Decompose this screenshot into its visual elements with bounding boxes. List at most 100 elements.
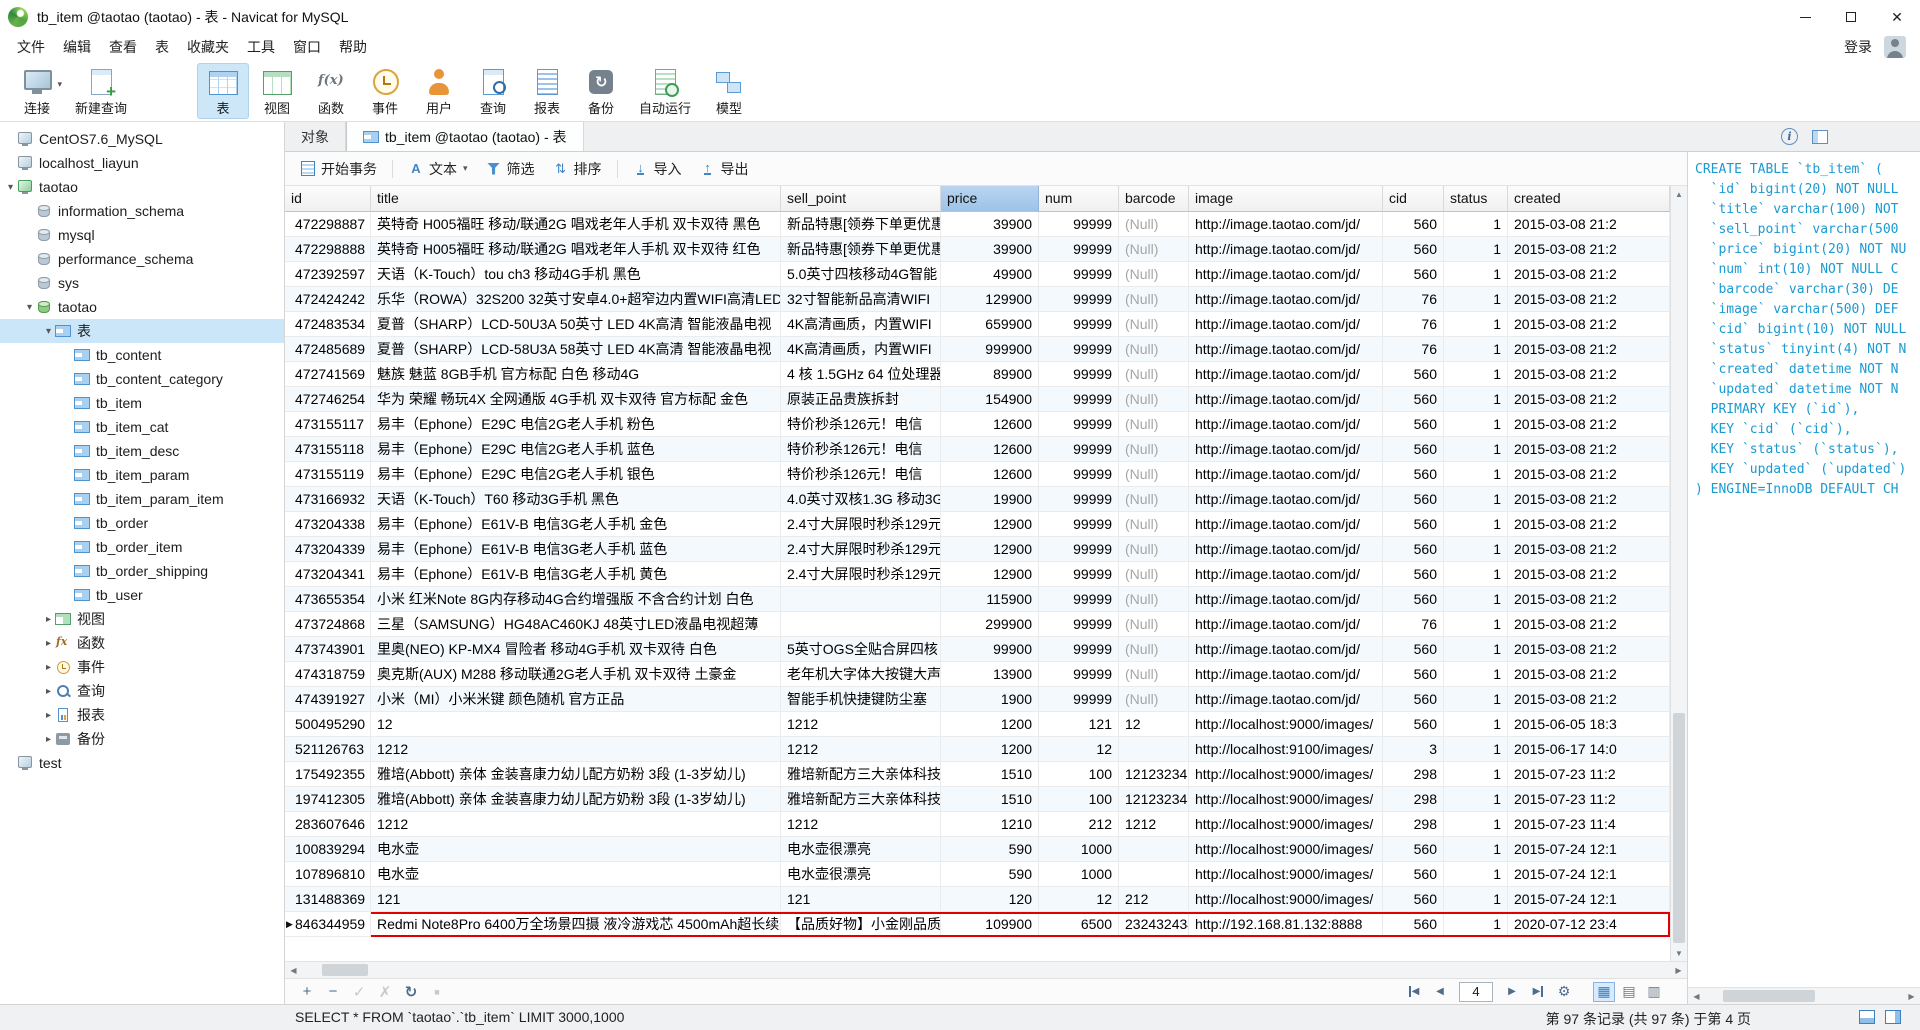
cell-title[interactable]: 易丰（Ephone）E61V-B 电信3G老人手机 金色 — [371, 512, 781, 537]
menu-item-tools[interactable]: 工具 — [238, 34, 284, 60]
cell-sell_point[interactable]: 4 核 1.5GHz 64 位处理器 — [781, 362, 941, 387]
cell-cid[interactable]: 560 — [1383, 862, 1444, 887]
cell-price[interactable]: 154900 — [941, 387, 1039, 412]
cell-id[interactable]: 175492355 — [285, 762, 371, 787]
cell-created[interactable]: 2015-03-08 21:2 — [1508, 487, 1670, 512]
category-reports[interactable]: ▸ 报表 — [0, 703, 284, 727]
cell-sell_point[interactable]: 智能手机快捷键防尘塞 — [781, 687, 941, 712]
cell-num[interactable]: 99999 — [1039, 462, 1119, 487]
category-functions[interactable]: ▸ 函数 — [0, 631, 284, 655]
scroll-right-button[interactable]: ▶ — [1670, 962, 1687, 978]
cell-created[interactable]: 2015-07-24 12:1 — [1508, 862, 1670, 887]
cell-num[interactable]: 1000 — [1039, 862, 1119, 887]
table-row[interactable]: 197412305 雅培(Abbott) 亲体 金装喜康力幼儿配方奶粉 3段 (1… — [285, 787, 1670, 812]
cell-cid[interactable]: 76 — [1383, 337, 1444, 362]
cell-id[interactable]: 473743901 — [285, 637, 371, 662]
horizontal-scrollbar-thumb[interactable] — [322, 964, 368, 976]
cell-image[interactable]: http://image.taotao.com/jd/ — [1189, 362, 1383, 387]
cell-created[interactable]: 2015-03-08 21:2 — [1508, 287, 1670, 312]
cell-sell_point[interactable]: 雅培新配方三大亲体科技 — [781, 762, 941, 787]
ddl-scroll-left-button[interactable]: ◀ — [1688, 988, 1705, 1004]
cell-num[interactable]: 99999 — [1039, 212, 1119, 237]
cell-sell_point[interactable]: 32寸智能新品高清WIFI — [781, 287, 941, 312]
cell-price[interactable]: 19900 — [941, 487, 1039, 512]
cell-image[interactable]: http://image.taotao.com/jd/ — [1189, 687, 1383, 712]
cell-image[interactable]: http://image.taotao.com/jd/ — [1189, 637, 1383, 662]
cell-barcode[interactable]: (Null) — [1119, 487, 1189, 512]
cell-price[interactable]: 39900 — [941, 237, 1039, 262]
cell-status[interactable]: 1 — [1444, 287, 1508, 312]
cell-price[interactable]: 13900 — [941, 662, 1039, 687]
cell-sell_point[interactable]: 老年机大字体大按键大声音 — [781, 662, 941, 687]
scroll-up-button[interactable]: ▲ — [1671, 186, 1687, 202]
cell-cid[interactable]: 298 — [1383, 787, 1444, 812]
object-information-pane-icon[interactable] — [1812, 129, 1828, 144]
next-record-button[interactable]: ▶ — [1501, 982, 1523, 1002]
table-row[interactable]: 473655354 小米 红米Note 8G内存移动4G合约增强版 不含合约计划 … — [285, 587, 1670, 612]
cell-image[interactable]: http://image.taotao.com/jd/ — [1189, 662, 1383, 687]
table-row[interactable]: 283607646 1212 1212 1210 212 1212 http://local… — [285, 812, 1670, 837]
cell-barcode[interactable]: (Null) — [1119, 287, 1189, 312]
cell-title[interactable]: 天语（K-Touch）tou ch3 移动4G手机 黑色 — [371, 262, 781, 287]
cell-image[interactable]: http://image.taotao.com/jd/ — [1189, 237, 1383, 262]
cell-title[interactable]: 里奥(NEO) KP-MX4 冒险者 移动4G手机 双卡双待 白色 — [371, 637, 781, 662]
cell-cid[interactable]: 560 — [1383, 462, 1444, 487]
cell-sell_point[interactable] — [781, 612, 941, 637]
cell-num[interactable]: 121 — [1039, 712, 1119, 737]
cell-sell_point[interactable]: 5.0英寸四核移动4G智能 — [781, 262, 941, 287]
table-row[interactable]: 107896810 电水壶 电水壶很漂亮 590 1000 http://localhos… — [285, 862, 1670, 887]
db-sys[interactable]: sys — [0, 271, 284, 295]
first-record-button[interactable]: ◀ — [1403, 982, 1425, 1002]
table-row[interactable]: 473743901 里奥(NEO) KP-MX4 冒险者 移动4G手机 双卡双待 … — [285, 637, 1670, 662]
menu-item-window[interactable]: 窗口 — [284, 34, 330, 60]
cell-sell_point[interactable]: 2.4寸大屏限时秒杀129元 — [781, 512, 941, 537]
cell-num[interactable]: 99999 — [1039, 587, 1119, 612]
table-row[interactable]: 472298887 英特奇 H005福旺 移动/联通2G 唱戏老年人手机 双卡双待… — [285, 212, 1670, 237]
table-row[interactable]: 473204339 易丰（Ephone）E61V-B 电信3G老人手机 蓝色 2.4… — [285, 537, 1670, 562]
previous-record-button[interactable]: ◀ — [1429, 982, 1451, 1002]
expand-arrow-icon[interactable]: ▸ — [42, 734, 55, 745]
cell-barcode[interactable]: (Null) — [1119, 437, 1189, 462]
cell-barcode[interactable]: 232432434 — [1119, 912, 1189, 937]
cell-title[interactable]: 易丰（Ephone）E61V-B 电信3G老人手机 蓝色 — [371, 537, 781, 562]
cell-cid[interactable]: 560 — [1383, 587, 1444, 612]
cell-sell_point[interactable]: 1212 — [781, 812, 941, 837]
table-tb-item-param[interactable]: tb_item_param — [0, 463, 284, 487]
cell-image[interactable]: http://image.taotao.com/jd/ — [1189, 487, 1383, 512]
cell-barcode[interactable] — [1119, 737, 1189, 762]
export-button[interactable]: 导出 — [691, 156, 758, 182]
cell-id[interactable]: 846344959 — [285, 912, 371, 937]
cell-sell_point[interactable]: 特价秒杀126元！电信 — [781, 437, 941, 462]
expand-arrow-icon[interactable]: ▸ — [42, 710, 55, 721]
cell-title[interactable]: 魅族 魅蓝 8GB手机 官方标配 白色 移动4G — [371, 362, 781, 387]
table-row[interactable]: 473204341 易丰（Ephone）E61V-B 电信3G老人手机 黄色 2.4… — [285, 562, 1670, 587]
cell-id[interactable]: 472741569 — [285, 362, 371, 387]
cell-barcode[interactable]: (Null) — [1119, 612, 1189, 637]
cell-id[interactable]: 472298888 — [285, 237, 371, 262]
cell-image[interactable]: http://image.taotao.com/jd/ — [1189, 287, 1383, 312]
cell-title[interactable]: 天语（K-Touch）T60 移动3G手机 黑色 — [371, 487, 781, 512]
cell-num[interactable]: 100 — [1039, 762, 1119, 787]
cell-title[interactable]: 英特奇 H005福旺 移动/联通2G 唱戏老年人手机 双卡双待 红色 — [371, 237, 781, 262]
begin-transaction-button[interactable]: 开始事务 — [291, 156, 386, 182]
cell-price[interactable]: 115900 — [941, 587, 1039, 612]
cell-created[interactable]: 2015-03-08 21:2 — [1508, 212, 1670, 237]
minimize-button[interactable] — [1782, 0, 1828, 34]
cell-num[interactable]: 1000 — [1039, 837, 1119, 862]
cell-barcode[interactable]: (Null) — [1119, 462, 1189, 487]
expand-arrow-icon[interactable]: ▾ — [4, 182, 17, 193]
table-tb-order-shipping[interactable]: tb_order_shipping — [0, 559, 284, 583]
cell-barcode[interactable]: (Null) — [1119, 387, 1189, 412]
cell-price[interactable]: 1210 — [941, 812, 1039, 837]
cell-title[interactable]: 电水壶 — [371, 862, 781, 887]
cell-cid[interactable]: 560 — [1383, 887, 1444, 912]
new-query-button[interactable]: 新建查询 — [65, 63, 137, 119]
cell-barcode[interactable]: (Null) — [1119, 362, 1189, 387]
cell-barcode[interactable] — [1119, 862, 1189, 887]
cell-price[interactable]: 12900 — [941, 562, 1039, 587]
cell-status[interactable]: 1 — [1444, 387, 1508, 412]
information-pane-toggle-icon[interactable] — [1885, 1010, 1901, 1024]
cell-cid[interactable]: 76 — [1383, 312, 1444, 337]
cell-sell_point[interactable]: 2.4寸大屏限时秒杀129元 — [781, 537, 941, 562]
cell-id[interactable]: 472424242 — [285, 287, 371, 312]
